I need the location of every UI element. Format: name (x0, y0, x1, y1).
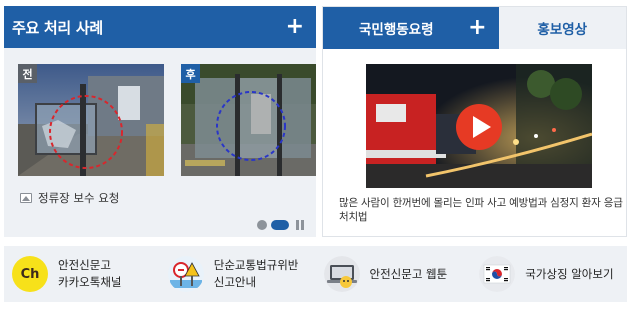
link-webtoon-line1: 안전신문고 웹툰 (369, 266, 448, 281)
after-tag: 후 (181, 64, 200, 83)
cases-header: 주요 처리 사례 + (4, 6, 316, 48)
link-national-symbols[interactable]: 국가상징 알아보기 (471, 246, 627, 302)
kakao-channel-icon: Ch (12, 256, 48, 292)
tab-citizen-guide-label: 국민행동요령 (359, 22, 434, 38)
link-webtoon[interactable]: 안전신문고 웹툰 (316, 246, 472, 302)
link-kakao-channel[interactable]: Ch 안전신문고 카카오톡채널 (4, 246, 160, 302)
before-photo-image (18, 64, 164, 176)
link-kakao-line1: 안전신문고 (58, 258, 111, 272)
tab-promo-video-label: 홍보영상 (537, 22, 588, 38)
before-tag: 전 (18, 64, 37, 83)
media-tabs: 국민행동요령 + 홍보영상 (323, 7, 626, 49)
media-more-button[interactable]: + (468, 17, 486, 39)
case-caption-text: 정류장 보수 요청 (38, 191, 120, 205)
cases-more-button[interactable]: + (286, 16, 304, 38)
tab-promo-video[interactable]: 홍보영상 (498, 7, 626, 49)
pager-dot-1[interactable] (257, 220, 267, 230)
video-thumbnail[interactable] (366, 64, 592, 188)
cases-title: 주요 처리 사례 (12, 18, 103, 37)
after-photo-image (181, 64, 316, 176)
korean-flag-icon (479, 256, 516, 292)
play-icon[interactable] (456, 104, 502, 150)
video-description[interactable]: 많은 사람이 한꺼번에 몰리는 인파 사고 예방법과 심정지 환자 응급처치법 (339, 196, 624, 224)
pager-dot-2[interactable] (271, 220, 289, 230)
traffic-sign-icon (167, 256, 204, 292)
cases-panel: 주요 처리 사례 + 전 후 정류장 보수 요청 (4, 6, 316, 237)
case-caption[interactable]: 정류장 보수 요청 (20, 190, 119, 206)
link-traffic-line1: 단순교통법규위반 (213, 258, 299, 272)
slide-pager (257, 220, 304, 230)
link-kakao-line2: 카카오톡채널 (58, 275, 122, 289)
link-traffic-report[interactable]: 단순교통법규위반 신고안내 (160, 246, 316, 302)
media-panel: 국민행동요령 + 홍보영상 많은 사람이 한꺼번에 몰리는 인파 사고 예방법과… (322, 6, 627, 237)
image-icon (20, 193, 32, 203)
before-photo[interactable]: 전 (18, 64, 164, 176)
tab-citizen-guide[interactable]: 국민행동요령 + (323, 7, 499, 49)
after-photo[interactable]: 후 (181, 64, 316, 176)
link-traffic-line2: 신고안내 (213, 275, 257, 289)
quick-links-bar: Ch 안전신문고 카카오톡채널 단순교통법규위반 신고안내 안전신문고 웹툰 국… (4, 246, 627, 302)
pause-icon[interactable] (296, 220, 304, 230)
laptop-webtoon-icon (323, 256, 360, 292)
link-symbols-line1: 국가상징 알아보기 (525, 266, 614, 281)
